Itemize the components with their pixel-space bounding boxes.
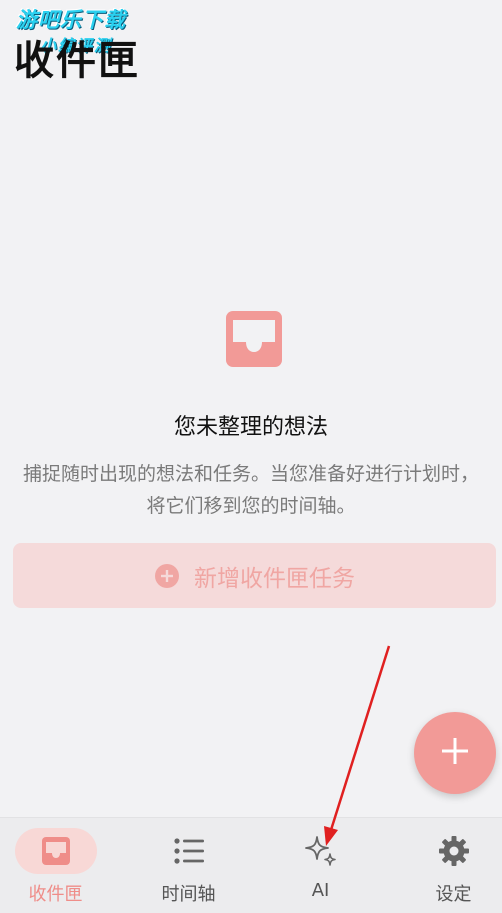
annotation-arrow [324, 645, 391, 846]
